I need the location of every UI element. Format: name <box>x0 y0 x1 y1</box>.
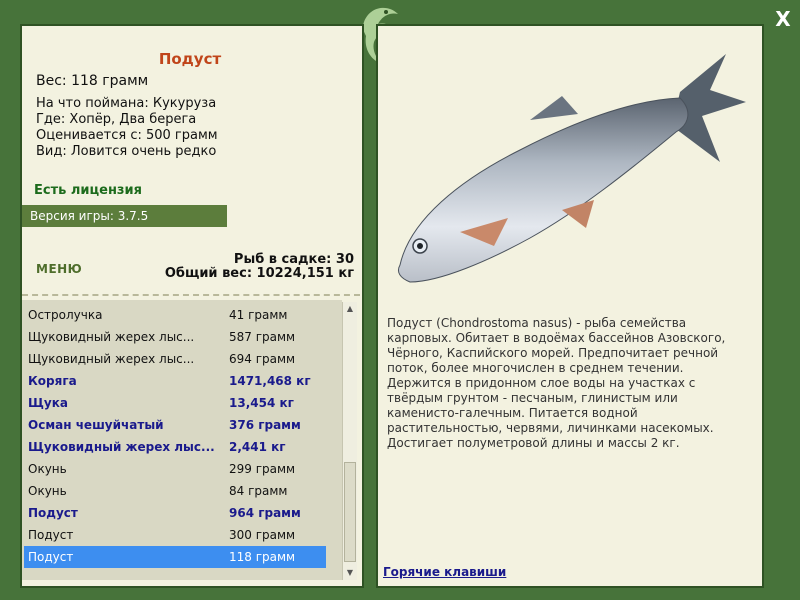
list-item-weight: 587 грамм <box>229 330 296 344</box>
divider <box>22 294 360 296</box>
list-item-name: Щуковидный жерех лыс... <box>28 352 195 366</box>
list-item-weight: 84 грамм <box>229 484 288 498</box>
list-item-name: Окунь <box>28 462 67 476</box>
list-item[interactable]: Остролучка 41 грамм <box>24 304 326 326</box>
list-item-weight: 1471,468 кг <box>229 374 311 388</box>
bait-info: На что поймана: Кукуруза <box>36 96 217 111</box>
list-item-weight: 376 грамм <box>229 418 301 432</box>
scroll-thumb[interactable] <box>344 462 356 562</box>
list-item-name: Подуст <box>28 506 78 520</box>
list-item-weight: 300 грамм <box>229 528 296 542</box>
catch-list: Остролучка 41 грамм Щуковидный жерех лыс..… <box>22 300 342 580</box>
version-label: Версия игры: 3.7.5 <box>22 205 227 227</box>
hotkeys-link[interactable]: Горячие клавиши <box>383 565 506 579</box>
list-item-name: Осман чешуйчатый <box>28 418 164 432</box>
fish-weight: Вес: 118 грамм <box>36 73 149 89</box>
score-info: Оценивается с: 500 грамм <box>36 128 218 143</box>
menu-button[interactable]: МЕНЮ <box>36 262 82 276</box>
list-item-weight: 41 грамм <box>229 308 288 322</box>
list-item[interactable]: Щуковидный жерех лыс... 2,441 кг <box>24 436 326 458</box>
fish-count: Рыб в садке: 30 <box>233 252 354 267</box>
license-status: Есть лицензия <box>34 183 142 198</box>
list-item-weight: 299 грамм <box>229 462 296 476</box>
list-item-name: Остролучка <box>28 308 103 322</box>
list-item-name: Щуковидный жерех лыс... <box>28 330 195 344</box>
list-item-weight: 964 грамм <box>229 506 301 520</box>
fish-image <box>397 54 746 283</box>
list-item[interactable]: Коряга 1471,468 кг <box>24 370 326 392</box>
list-item-weight: 2,441 кг <box>229 440 286 454</box>
list-item-name: Коряга <box>28 374 77 388</box>
list-item[interactable]: Щуковидный жерех лыс... 694 грамм <box>24 348 326 370</box>
list-item-weight: 118 грамм <box>229 550 296 564</box>
list-item[interactable]: Щуковидный жерех лыс... 587 грамм <box>24 326 326 348</box>
list-item[interactable]: Окунь 299 грамм <box>24 458 326 480</box>
list-item-weight: 13,454 кг <box>229 396 294 410</box>
list-item-name: Окунь <box>28 484 67 498</box>
list-scrollbar[interactable]: ▲ ▼ <box>342 302 357 580</box>
list-item-name: Подуст <box>28 528 74 542</box>
total-weight: Общий вес: 10224,151 кг <box>164 266 354 281</box>
scroll-down-icon[interactable]: ▼ <box>343 566 357 580</box>
close-button[interactable]: X <box>770 6 796 32</box>
list-item[interactable]: Подуст 118 грамм <box>24 546 326 568</box>
location-info: Где: Хопёр, Два берега <box>36 112 197 127</box>
scroll-up-icon[interactable]: ▲ <box>343 302 357 316</box>
list-item-name: Щука <box>28 396 68 410</box>
list-item[interactable]: Щука 13,454 кг <box>24 392 326 414</box>
list-item-name: Подуст <box>28 550 74 564</box>
list-item[interactable]: Осман чешуйчатый 376 грамм <box>24 414 326 436</box>
list-item-weight: 694 грамм <box>229 352 296 366</box>
list-item[interactable]: Окунь 84 грамм <box>24 480 326 502</box>
fish-name-title: Подуст <box>158 50 222 68</box>
list-item[interactable]: Подуст 964 грамм <box>24 502 326 524</box>
rarity-info: Вид: Ловится очень редко <box>36 144 217 159</box>
list-item[interactable]: Подуст 300 грамм <box>24 524 326 546</box>
close-icon: X <box>775 7 791 31</box>
fish-description: Подуст (Chondrostoma nasus) - рыба семей… <box>387 316 726 450</box>
list-item-name: Щуковидный жерех лыс... <box>28 440 215 454</box>
